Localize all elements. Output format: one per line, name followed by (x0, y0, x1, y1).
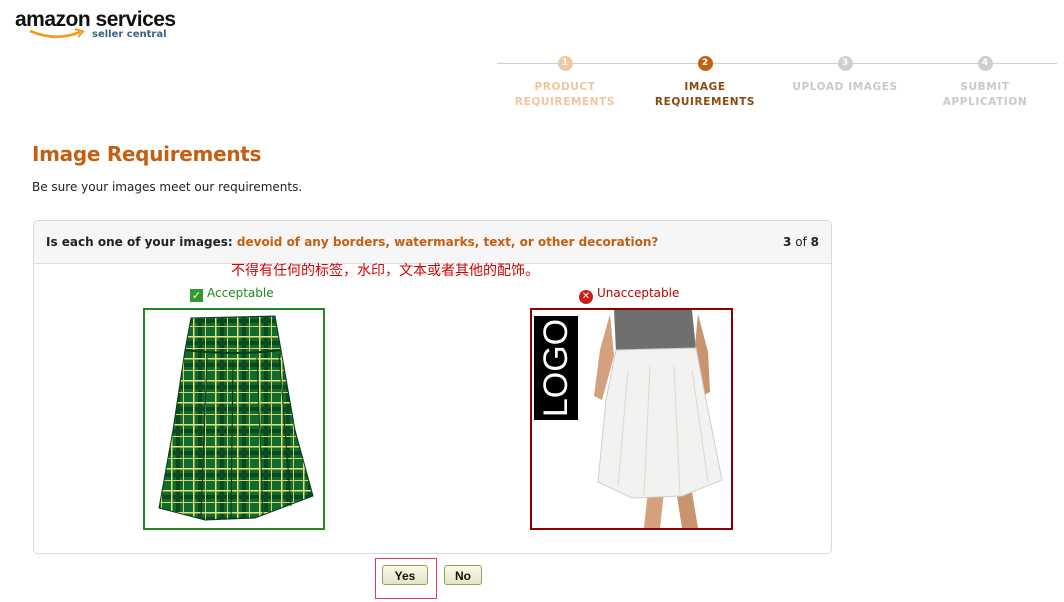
step-number: 3 (837, 56, 853, 71)
yes-button[interactable]: Yes (382, 565, 428, 585)
unacceptable-label: ✕ Unacceptable (579, 286, 679, 304)
unacceptable-example-image: LOGO (530, 308, 733, 530)
checkmark-icon: ✓ (190, 289, 203, 302)
step-label: UPLOAD IMAGES (792, 81, 898, 93)
step-upload-images: 3 UPLOAD IMAGES (770, 56, 920, 95)
acceptable-example-image (143, 308, 325, 530)
amazon-services-logo[interactable]: amazon services seller central (15, 6, 185, 42)
page-subtitle: Be sure your images meet our requirement… (32, 180, 303, 194)
step-product-requirements: 1 PRODUCT REQUIREMENTS (490, 56, 640, 110)
smile-arrow-icon (29, 28, 85, 39)
acceptable-label: ✓ Acceptable (190, 286, 274, 302)
page-title: Image Requirements (32, 142, 262, 166)
step-label: PRODUCT REQUIREMENTS (514, 81, 616, 108)
annotation-note: 不得有任何的标签，水印，文本或者其他的配饰。 (231, 263, 539, 279)
question-highlight: devoid of any borders, watermarks, text,… (236, 235, 659, 249)
question-prefix: Is each one of your images: (46, 235, 233, 249)
logo-subtitle: seller central (92, 29, 167, 40)
step-number: 1 (557, 56, 573, 71)
step-submit-application: 4 SUBMIT APPLICATION (910, 56, 1060, 110)
step-number: 4 (977, 56, 993, 71)
counter-current: 3 (783, 235, 792, 249)
counter-of: of (795, 235, 807, 249)
question-counter: 3 of 8 (783, 235, 819, 249)
logo-watermark: LOGO (534, 316, 578, 420)
step-image-requirements: 2 IMAGE REQUIREMENTS (630, 56, 780, 110)
question-text: Is each one of your images: devoid of an… (46, 235, 658, 249)
counter-total: 8 (810, 235, 819, 249)
step-label: SUBMIT APPLICATION (942, 81, 1028, 108)
unacceptable-text: Unacceptable (597, 286, 680, 300)
acceptable-text: Acceptable (207, 286, 274, 300)
no-button[interactable]: No (444, 565, 482, 585)
logo-watermark-text: LOGO (537, 318, 575, 418)
error-x-icon: ✕ (579, 290, 593, 304)
step-label: IMAGE REQUIREMENTS (654, 81, 756, 108)
tartan-skirt-image (158, 315, 314, 521)
question-header: Is each one of your images: devoid of an… (34, 221, 831, 264)
step-number: 2 (697, 56, 713, 71)
